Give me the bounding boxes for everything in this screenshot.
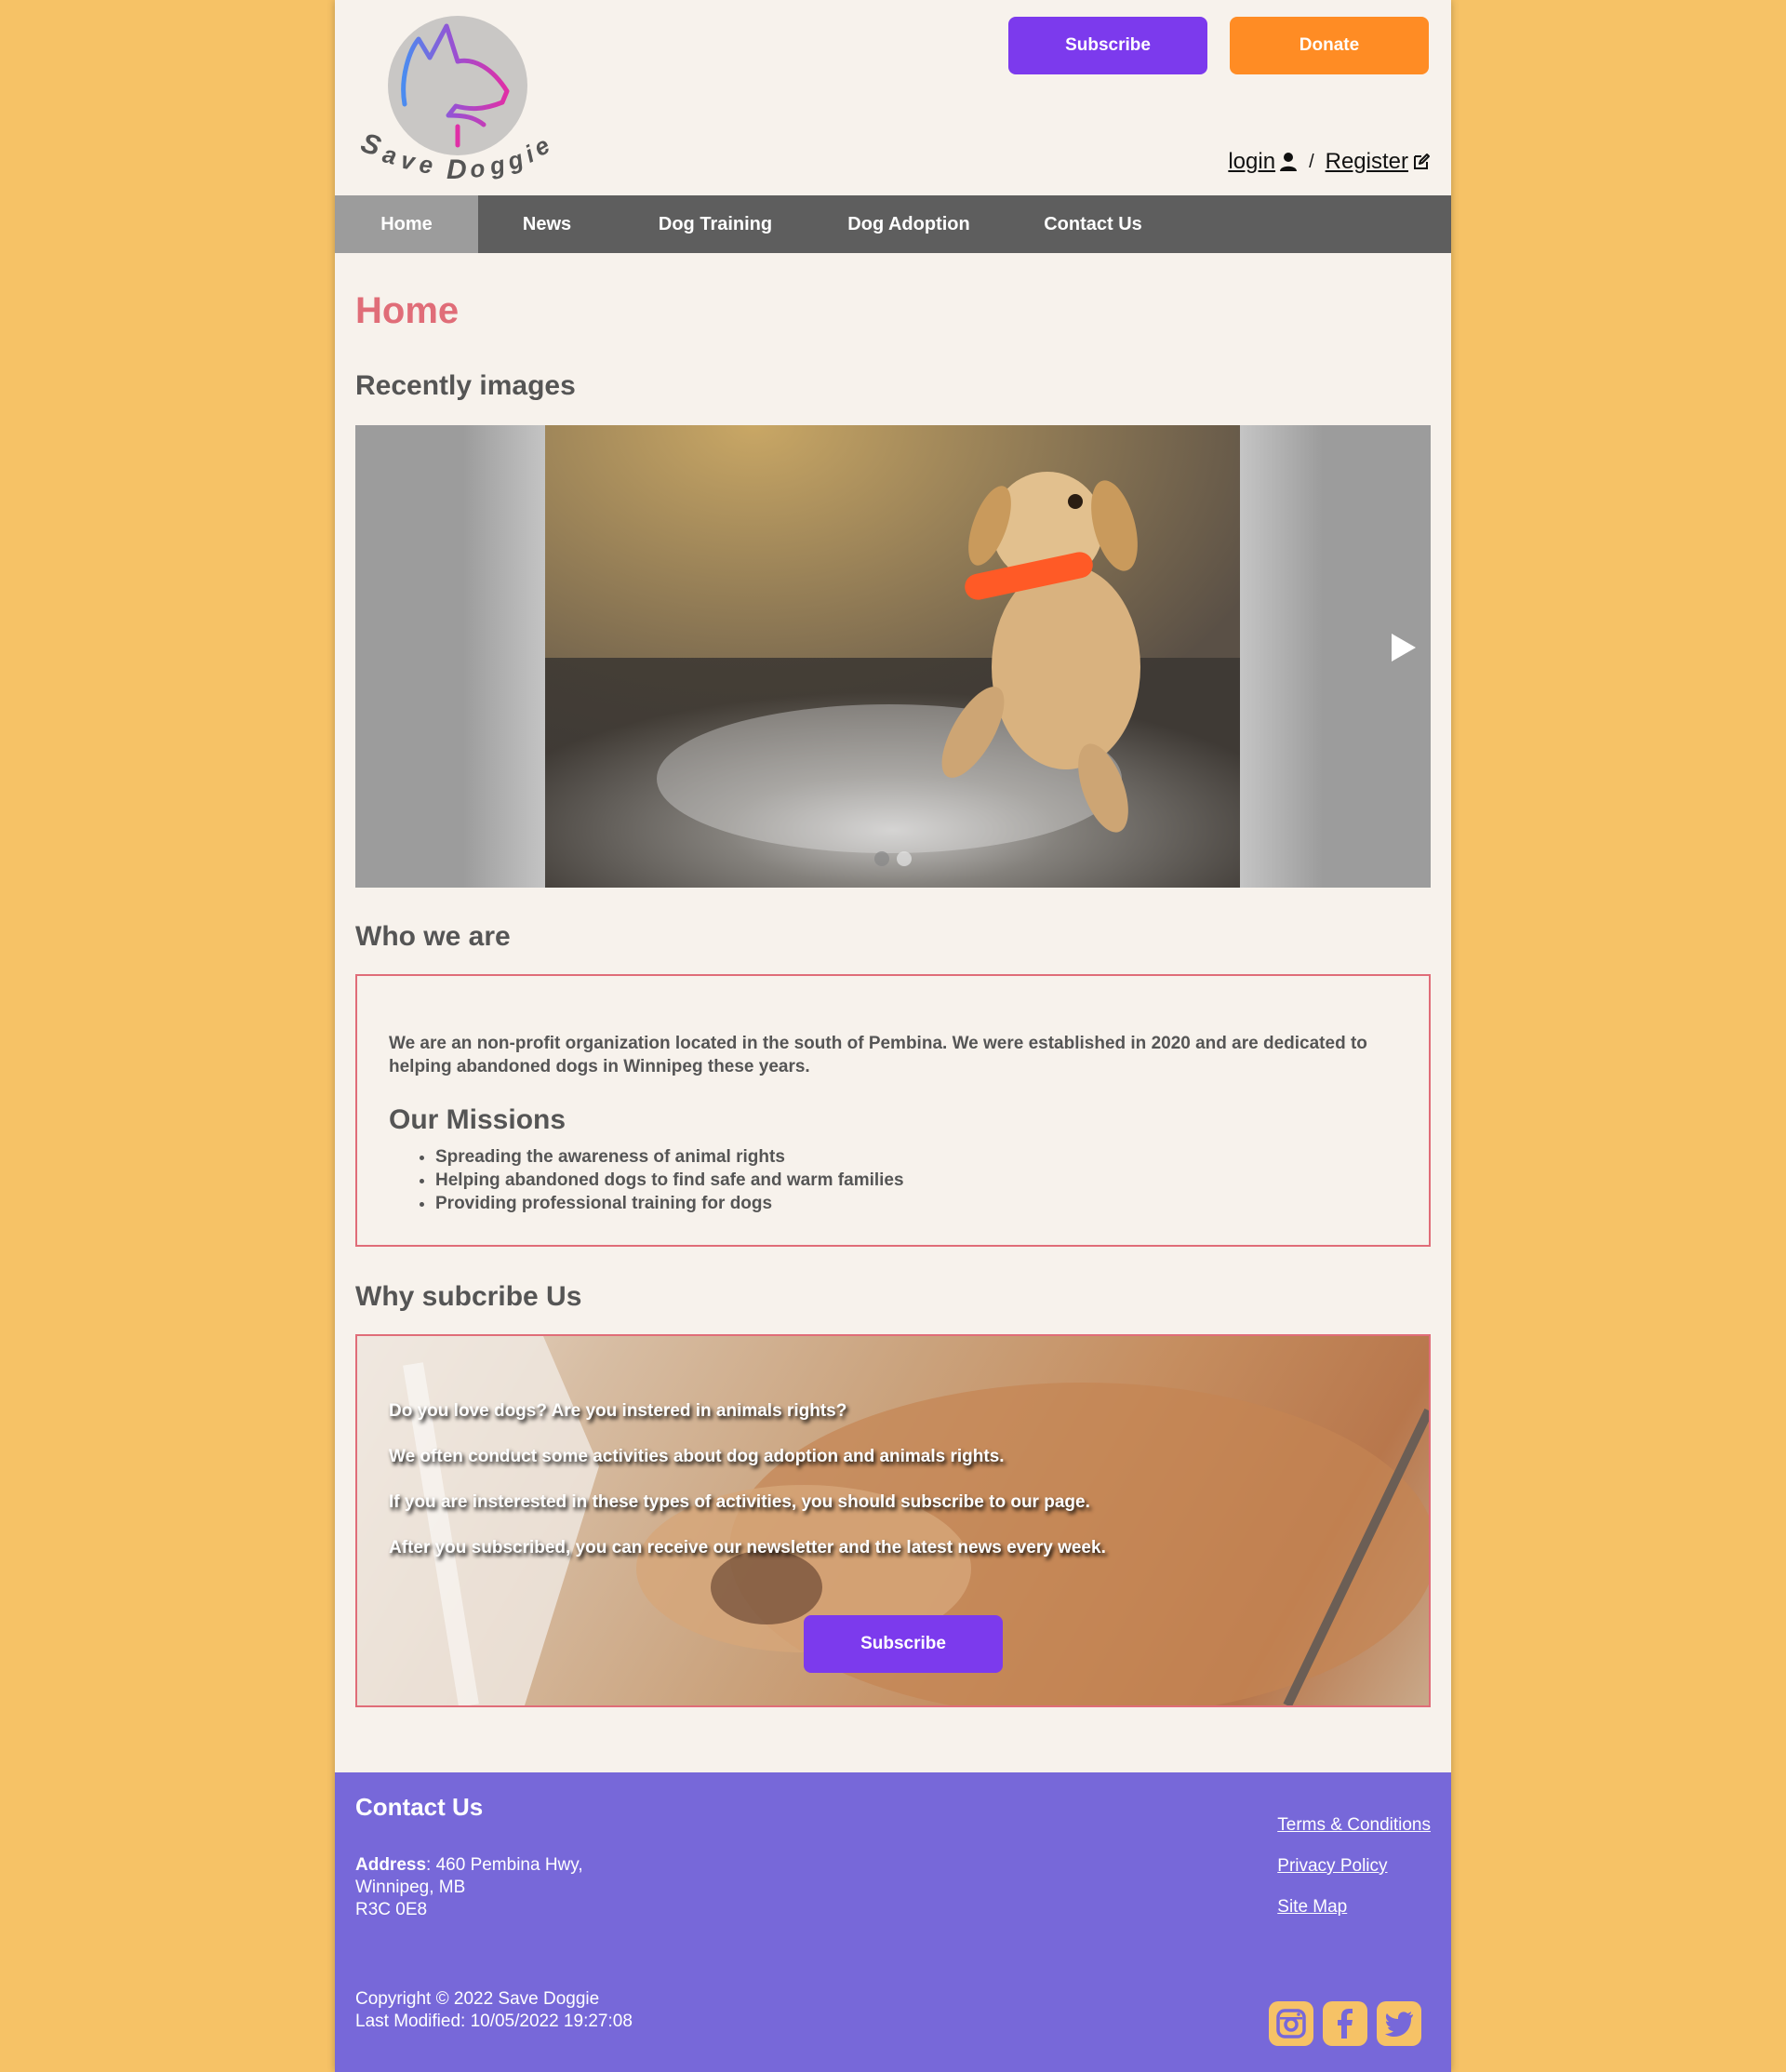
- site-header: S a v e D o g g i e Subscribe Donate log…: [335, 0, 1451, 195]
- privacy-policy-link[interactable]: Privacy Policy: [1277, 1856, 1431, 1877]
- missions-heading: Our Missions: [389, 1104, 566, 1135]
- terms-link[interactable]: Terms & Conditions: [1277, 1815, 1431, 1836]
- main-nav: Home News Dog Training Dog Adoption Cont…: [335, 195, 1451, 253]
- why-line: After you subscribed, you can receive ou…: [389, 1538, 1106, 1557]
- who-we-are-heading: Who we are: [355, 921, 511, 952]
- why-subscribe-button[interactable]: Subscribe: [804, 1615, 1003, 1673]
- footer-links: Terms & Conditions Privacy Policy Site M…: [1277, 1815, 1431, 1938]
- site-footer: Contact Us Address: 460 Pembina Hwy, Win…: [335, 1772, 1451, 2072]
- login-link[interactable]: login: [1228, 149, 1275, 175]
- nav-item-news[interactable]: News: [478, 195, 616, 253]
- list-item: Helping abandoned dogs to find safe and …: [435, 1169, 904, 1192]
- edit-icon: [1414, 154, 1430, 169]
- carousel-dot-1[interactable]: [874, 851, 889, 866]
- address-line-2: Winnipeg, MB: [355, 1878, 466, 1897]
- list-item: Spreading the awareness of animal rights: [435, 1145, 904, 1169]
- who-we-are-box: We are an non-profit organization locate…: [355, 974, 1431, 1247]
- svg-text:a: a: [380, 140, 399, 170]
- site-map-link[interactable]: Site Map: [1277, 1897, 1431, 1918]
- instagram-icon[interactable]: [1269, 2001, 1313, 2046]
- missions-list: Spreading the awareness of animal rights…: [435, 1145, 904, 1215]
- image-carousel[interactable]: [355, 425, 1431, 888]
- donate-button[interactable]: Donate: [1230, 17, 1429, 74]
- social-links: [1269, 2001, 1421, 2046]
- svg-text:S: S: [357, 127, 384, 163]
- address-line-1: : 460 Pembina Hwy,: [426, 1855, 583, 1875]
- address-line-3: R3C 0E8: [355, 1900, 428, 1919]
- user-icon: [1280, 153, 1298, 171]
- carousel-dots: [355, 851, 1431, 866]
- carousel-next-icon[interactable]: [1390, 632, 1418, 663]
- page-container: S a v e D o g g i e Subscribe Donate log…: [335, 0, 1451, 2072]
- footer-copyright: Copyright © 2022 Save Doggie Last Modifi…: [355, 1988, 633, 2033]
- save-doggie-logo[interactable]: S a v e D o g g i e: [353, 13, 567, 190]
- why-line: We often conduct some activities about d…: [389, 1447, 1005, 1466]
- why-line: Do you love dogs? Are you instered in an…: [389, 1401, 847, 1421]
- auth-links: login / Register: [1228, 149, 1431, 175]
- last-modified-text: Last Modified: 10/05/2022 19:27:08: [355, 2012, 633, 2031]
- address-label: Address: [355, 1855, 427, 1875]
- svg-text:g: g: [486, 150, 508, 180]
- copyright-text: Copyright © 2022 Save Doggie: [355, 1989, 600, 2009]
- carousel-slide-dog-photo: [545, 425, 1240, 888]
- nav-item-dog-training[interactable]: Dog Training: [616, 195, 815, 253]
- who-we-are-text: We are an non-profit organization locate…: [389, 1034, 1367, 1076]
- why-subscribe-heading: Why subcribe Us: [355, 1281, 582, 1312]
- auth-separator: /: [1309, 151, 1314, 172]
- carousel-dot-2[interactable]: [897, 851, 912, 866]
- header-subscribe-button[interactable]: Subscribe: [1008, 17, 1207, 74]
- twitter-icon[interactable]: [1377, 2001, 1421, 2046]
- why-subscribe-box: Do you love dogs? Are you instered in an…: [355, 1334, 1431, 1707]
- list-item: Providing professional training for dogs: [435, 1192, 904, 1215]
- svg-text:o: o: [469, 154, 486, 183]
- footer-contact-heading: Contact Us: [355, 1793, 484, 1821]
- login-label: login: [1228, 149, 1276, 174]
- nav-item-home[interactable]: Home: [335, 195, 478, 253]
- register-label: Register: [1325, 149, 1408, 174]
- svg-text:e: e: [418, 150, 434, 179]
- svg-text:v: v: [399, 146, 419, 176]
- recent-images-heading: Recently images: [355, 370, 576, 401]
- register-link[interactable]: Register: [1326, 149, 1408, 175]
- why-subscribe-text: Do you love dogs? Are you instered in an…: [389, 1388, 1106, 1571]
- footer-address: Address: 460 Pembina Hwy, Winnipeg, MB R…: [355, 1854, 583, 1921]
- page-title: Home: [355, 290, 460, 331]
- nav-item-contact-us[interactable]: Contact Us: [1003, 195, 1183, 253]
- nav-item-dog-adoption[interactable]: Dog Adoption: [815, 195, 1003, 253]
- why-line: If you are insterested in these types of…: [389, 1492, 1090, 1512]
- facebook-icon[interactable]: [1323, 2001, 1367, 2046]
- svg-text:D: D: [446, 154, 467, 185]
